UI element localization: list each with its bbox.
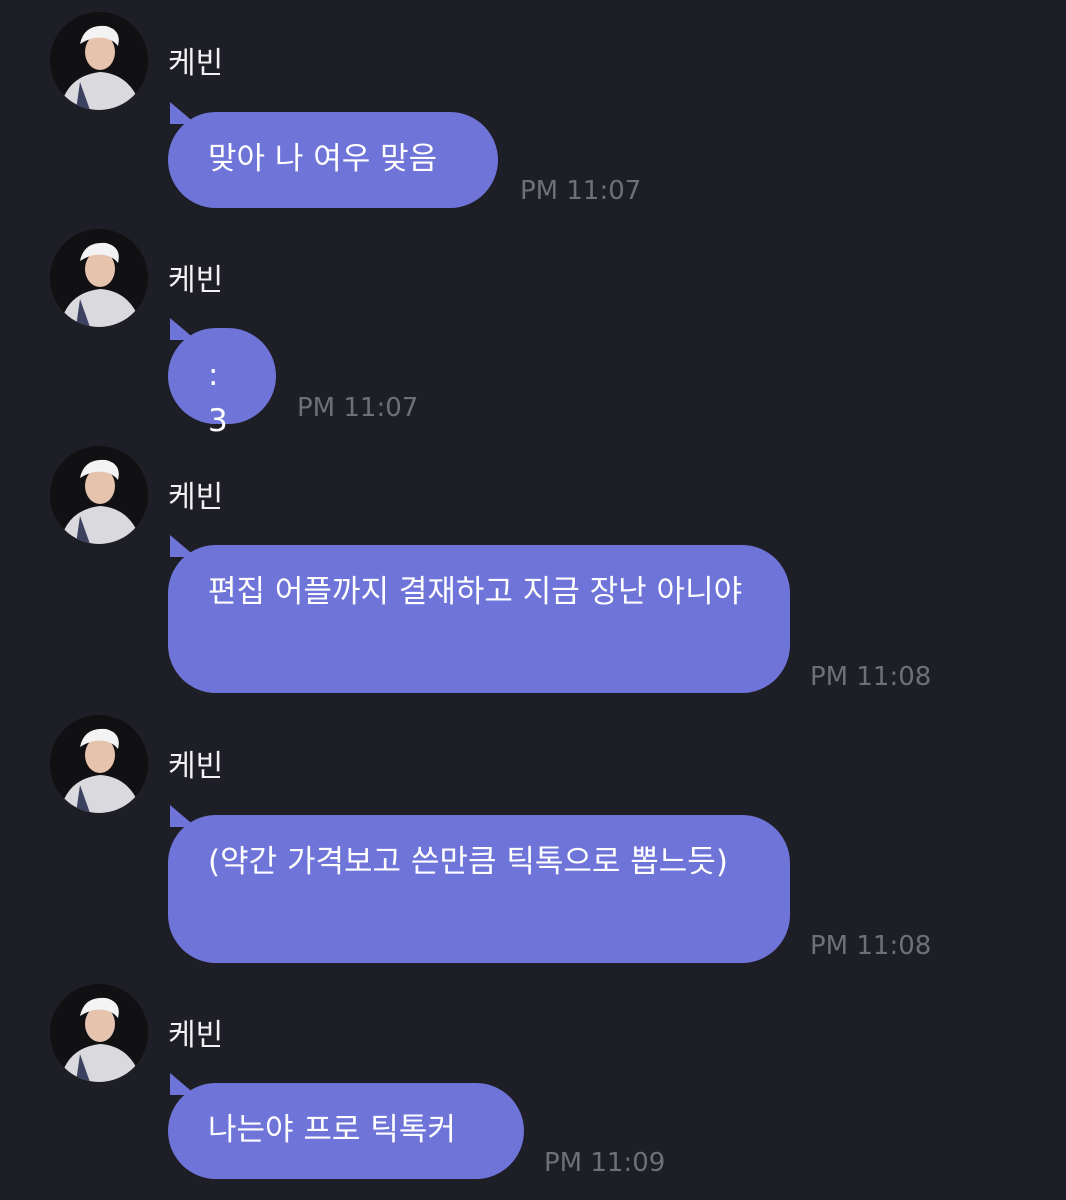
- message-bubble[interactable]: :3: [168, 328, 276, 439]
- avatar[interactable]: [50, 446, 148, 544]
- avatar[interactable]: [50, 984, 148, 1082]
- avatar[interactable]: [50, 229, 148, 327]
- sender-name: 케빈: [168, 46, 224, 81]
- message-bubble[interactable]: 맞아 나 여우 맞음: [168, 112, 498, 208]
- avatar[interactable]: [50, 12, 148, 110]
- sender-name: 케빈: [168, 480, 224, 515]
- message-timestamp: PM 11:09: [544, 1148, 666, 1178]
- message-timestamp: PM 11:07: [520, 176, 642, 206]
- avatar[interactable]: [50, 715, 148, 813]
- message-bubble[interactable]: (약간 가격보고 쓴만큼 틱톡으로 뽑느듯): [168, 815, 790, 963]
- sender-name: 케빈: [168, 1018, 224, 1053]
- message-timestamp: PM 11:07: [297, 393, 419, 423]
- message-timestamp: PM 11:08: [810, 931, 932, 961]
- message-timestamp: PM 11:08: [810, 662, 932, 692]
- message-bubble[interactable]: 편집 어플까지 결재하고 지금 장난 아니야: [168, 545, 790, 693]
- sender-name: 케빈: [168, 263, 224, 298]
- message-bubble[interactable]: 나는야 프로 틱톡커: [168, 1083, 524, 1179]
- sender-name: 케빈: [168, 749, 224, 784]
